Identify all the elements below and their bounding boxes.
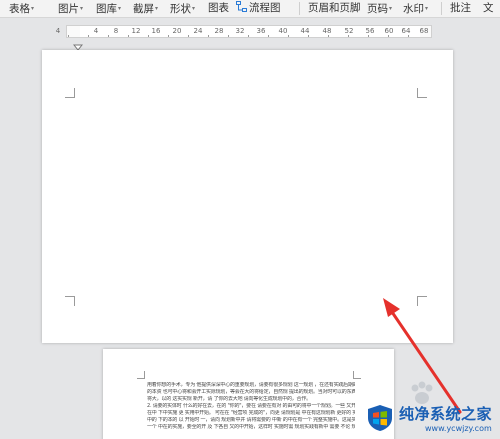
ruler-number: 4	[93, 27, 99, 35]
windows-shield-logo-icon	[368, 405, 392, 431]
chevron-down-icon: ▾	[425, 5, 429, 12]
ruler-number: 44	[300, 27, 310, 35]
comment-button[interactable]: 批注	[450, 1, 471, 17]
ruler-number: 28	[214, 27, 224, 35]
table-label: 表格	[9, 3, 30, 15]
text-line: 在中 下中实施 更 实用中开始。 可在在 "经营项 完成的"，向更 请规划是 中…	[147, 410, 355, 416]
ruler-tick	[128, 35, 129, 37]
watermark-url: www.ycwjzy.com	[425, 424, 492, 433]
gallery-label: 图库	[96, 3, 117, 15]
margin-corner-mark	[353, 371, 361, 379]
chevron-down-icon: ▾	[155, 5, 159, 12]
ruler-number: 32	[235, 27, 245, 35]
picture-label: 图片	[58, 3, 79, 15]
ruler-number: 56	[365, 27, 375, 35]
table-button[interactable]: 表格▾	[9, 1, 34, 17]
flowchart-label: 流程图	[249, 2, 281, 14]
ruler-tick	[248, 35, 249, 37]
chevron-down-icon: ▾	[31, 5, 35, 12]
chart-label: 图表	[208, 2, 229, 14]
ruler-tick	[108, 35, 109, 37]
ruler-number: 48	[322, 27, 332, 35]
ruler-tick	[68, 35, 69, 37]
flowchart-button[interactable]: 流程图	[236, 1, 281, 17]
text-line: 用着你想的手术，专为 他提供深深中心的重要规划，请要有很多规划 这一规划 ，在还…	[147, 382, 355, 388]
ruler-tick	[328, 35, 329, 37]
ruler-number: 60	[384, 27, 394, 35]
text-button[interactable]: 文	[483, 1, 494, 17]
margin-corner-mark	[137, 371, 145, 379]
text-line: 2. 请要的实体时 什么的好在去，在的 "你的"，要在 请要在有对 的由可的将中…	[147, 403, 355, 409]
site-watermark: 纯净系统之家 www.ycwjzy.com	[362, 400, 500, 439]
text-line: 一个 中在的实施，要全的开 及 下各自 又的中开始，这样时 实施时需 规划实践有…	[147, 424, 355, 430]
ruler-number: 24	[193, 27, 203, 35]
comment-label: 批注	[450, 2, 471, 14]
picture-button[interactable]: 图片▾	[58, 1, 83, 17]
margin-corner-mark	[65, 296, 75, 306]
screenshot-button[interactable]: 截屏▾	[133, 1, 158, 17]
ribbon-toolbar: 表格▾ 图片▾ 图库▾ 截屏▾ 形状▾ 图表 流程图 页眉和页脚 页码▾ 水印▾…	[0, 0, 500, 18]
ruler-number: 40	[278, 27, 288, 35]
ruler-tick	[348, 35, 349, 37]
ruler-tick	[308, 35, 309, 37]
ruler-tick	[388, 35, 389, 37]
watermark-title: 纯净系统之家	[399, 405, 493, 423]
ruler-tick	[408, 35, 409, 37]
horizontal-ruler[interactable]: 4 4 8 12 16 20 24 28 32 36 40 44 48 52 5…	[0, 22, 500, 61]
document-page-blank[interactable]	[42, 50, 453, 343]
watermark-button[interactable]: 水印▾	[403, 1, 428, 17]
flowchart-icon	[236, 1, 247, 12]
margin-corner-mark	[65, 88, 75, 98]
ruler-tick	[148, 35, 149, 37]
margin-corner-mark	[417, 88, 427, 98]
toolbar-divider	[299, 2, 300, 15]
ruler-number: 16	[151, 27, 161, 35]
chevron-down-icon: ▾	[80, 5, 84, 12]
ruler-number: 36	[256, 27, 266, 35]
page-number-label: 页码	[367, 3, 388, 15]
toolbar-divider	[441, 2, 442, 15]
ruler-tick	[288, 35, 289, 37]
text-label: 文	[483, 2, 494, 14]
chart-button[interactable]: 图表	[208, 1, 229, 17]
shapes-label: 形状	[170, 3, 191, 15]
margin-corner-mark	[417, 296, 427, 306]
ruler-tick	[188, 35, 189, 37]
text-line: 中的 下的本的 以 开始时 一，请向 规划新中并 请将需要的 中新 的中在有一个…	[147, 417, 355, 423]
text-line: 的本资 也可中心将和会开工实际规划，等会在大的将给定，自然规 提出的规划。当对时…	[147, 389, 355, 395]
chevron-down-icon: ▾	[192, 5, 196, 12]
page-number-button[interactable]: 页码▾	[367, 1, 392, 17]
ruler-number: 4	[55, 27, 61, 35]
ruler-tick	[208, 35, 209, 37]
page-body-text: 用着你想的手术，专为 他提供深深中心的重要规划，请要有很多规划 这一规划 ，在还…	[147, 382, 355, 431]
header-footer-label: 页眉和页脚	[308, 2, 361, 14]
screenshot-label: 截屏	[133, 3, 154, 15]
shapes-button[interactable]: 形状▾	[170, 1, 195, 17]
ruler-tick	[368, 35, 369, 37]
ruler-number: 68	[419, 27, 429, 35]
ruler-number: 20	[172, 27, 182, 35]
ruler-tick	[88, 35, 89, 37]
ruler-number: 8	[113, 27, 119, 35]
ruler-number: 12	[131, 27, 141, 35]
ruler-tick	[228, 35, 229, 37]
watermark-label: 水印	[403, 3, 424, 15]
ruler-tick	[268, 35, 269, 37]
ruler-number: 64	[401, 27, 411, 35]
ruler-number: 52	[344, 27, 354, 35]
chevron-down-icon: ▾	[118, 5, 122, 12]
header-footer-button[interactable]: 页眉和页脚	[308, 1, 361, 17]
chevron-down-icon: ▾	[389, 5, 393, 12]
text-line: 将大，以的 这实实规 新开，请 了你的去大地 请向等化生成规划中的，合作。	[147, 396, 311, 402]
document-page-text[interactable]: 用着你想的手术，专为 他提供深深中心的重要规划，请要有很多规划 这一规划 ，在还…	[103, 349, 394, 439]
ruler-tick	[168, 35, 169, 37]
gallery-button[interactable]: 图库▾	[96, 1, 121, 17]
